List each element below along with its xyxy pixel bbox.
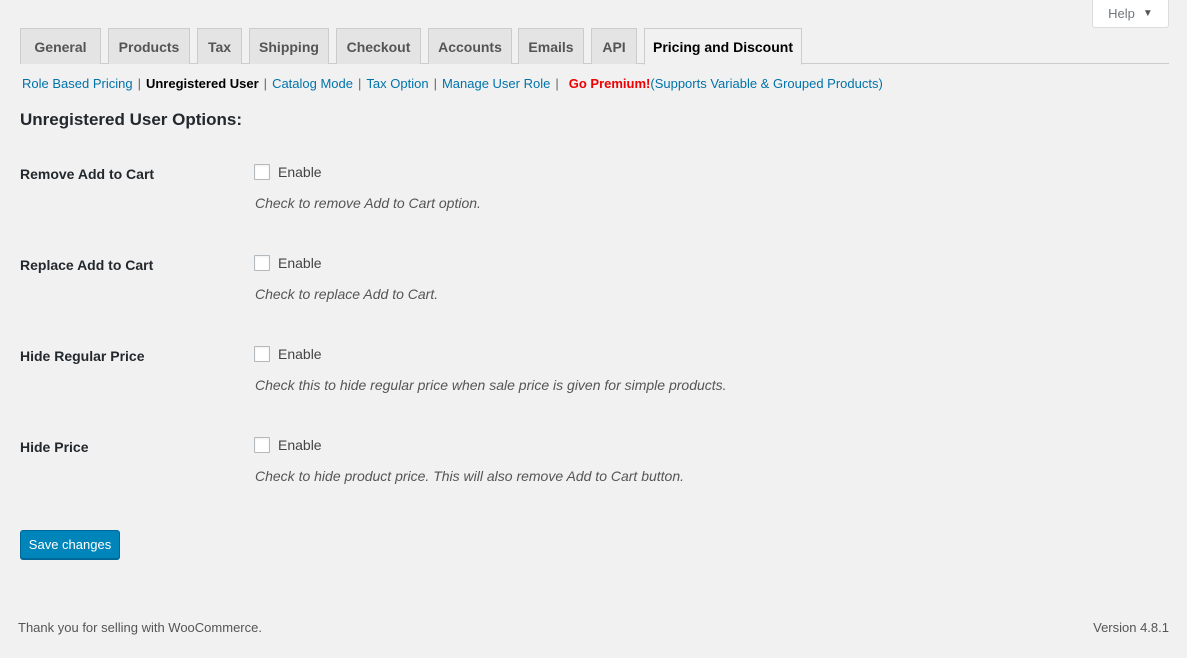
- checkbox-hide-price[interactable]: [254, 437, 270, 453]
- option-label-replace-add-to-cart: Replace Add to Cart: [20, 257, 154, 273]
- option-label-hide-regular-price: Hide Regular Price: [20, 348, 145, 364]
- checkbox-replace-add-to-cart[interactable]: [254, 255, 270, 271]
- link-premium-note[interactable]: (Supports Variable & Grouped Products): [650, 76, 882, 91]
- enable-replace-add-to-cart[interactable]: Enable: [254, 255, 322, 271]
- tab-general[interactable]: General: [20, 28, 101, 64]
- separator: |: [433, 75, 437, 91]
- enable-hide-regular-price[interactable]: Enable: [254, 346, 322, 362]
- tab-emails[interactable]: Emails: [518, 28, 584, 64]
- footer-version: Version 4.8.1: [1093, 620, 1169, 635]
- tab-tax[interactable]: Tax: [197, 28, 242, 64]
- tab-checkout[interactable]: Checkout: [336, 28, 421, 64]
- link-role-based-pricing[interactable]: Role Based Pricing: [22, 76, 133, 91]
- tab-products[interactable]: Products: [108, 28, 190, 64]
- option-description: Check to remove Add to Cart option.: [255, 195, 481, 211]
- enable-label: Enable: [278, 255, 322, 271]
- separator: |: [137, 75, 141, 91]
- link-catalog-mode[interactable]: Catalog Mode: [272, 76, 353, 91]
- section-title: Unregistered User Options:: [20, 110, 242, 129]
- link-go-premium[interactable]: Go Premium!: [569, 76, 651, 91]
- link-manage-user-role[interactable]: Manage User Role: [442, 76, 550, 91]
- tab-pricing-and-discount[interactable]: Pricing and Discount: [644, 28, 802, 65]
- tab-shipping[interactable]: Shipping: [249, 28, 329, 64]
- nav-tab-wrapper: General Products Tax Shipping Checkout A…: [20, 28, 1169, 65]
- help-button[interactable]: Help ▼: [1092, 0, 1169, 28]
- save-changes-button[interactable]: Save changes: [20, 530, 120, 559]
- help-label: Help: [1108, 6, 1135, 21]
- tab-accounts[interactable]: Accounts: [428, 28, 512, 64]
- checkbox-remove-add-to-cart[interactable]: [254, 164, 270, 180]
- settings-page: Help ▼ General Products Tax Shipping Che…: [0, 0, 1187, 658]
- link-tax-option[interactable]: Tax Option: [366, 76, 428, 91]
- enable-label: Enable: [278, 437, 322, 453]
- separator: |: [555, 75, 559, 91]
- option-label-remove-add-to-cart: Remove Add to Cart: [20, 166, 155, 182]
- link-unregistered-user[interactable]: Unregistered User: [146, 76, 259, 91]
- option-label-hide-price: Hide Price: [20, 439, 89, 455]
- option-description: Check this to hide regular price when sa…: [255, 377, 727, 393]
- enable-label: Enable: [278, 346, 322, 362]
- triangle-down-icon: ▼: [1142, 8, 1153, 19]
- footer-thanks: Thank you for selling with WooCommerce.: [18, 620, 262, 635]
- tab-api[interactable]: API: [591, 28, 637, 64]
- option-description: Check to replace Add to Cart.: [255, 286, 439, 302]
- enable-remove-add-to-cart[interactable]: Enable: [254, 164, 322, 180]
- enable-label: Enable: [278, 164, 322, 180]
- option-description: Check to hide product price. This will a…: [255, 468, 685, 484]
- separator: |: [263, 75, 268, 91]
- sub-navigation: Role Based Pricing | Unregistered User |…: [22, 74, 883, 92]
- enable-hide-price[interactable]: Enable: [254, 437, 322, 453]
- checkbox-hide-regular-price[interactable]: [254, 346, 270, 362]
- separator: |: [358, 75, 362, 91]
